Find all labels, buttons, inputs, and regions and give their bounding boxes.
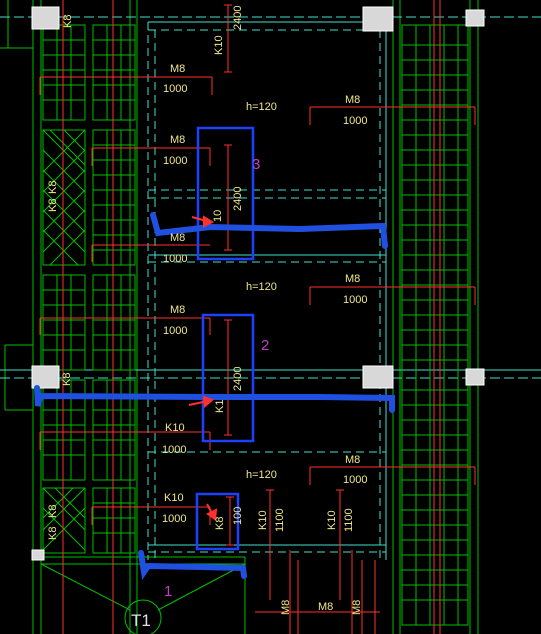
cad-drawing-canvas: K8 K10 2400 M8 1000 h=120 M8 1000 M8 100… (0, 0, 541, 634)
label-h120-1: h=120 (246, 101, 277, 113)
label-1000-7: 1000 (162, 444, 186, 456)
label-k10-vert1: K10 (257, 510, 269, 530)
annotation-3: 3 (252, 156, 260, 173)
label-1000-2: 1000 (343, 115, 367, 127)
column-mid-left (31, 365, 60, 389)
column-mid-right (465, 368, 485, 386)
floor-plan-drawing: K8 K10 2400 M8 1000 h=120 M8 1000 M8 100… (0, 0, 541, 634)
label-m8-bottom4: M8 (351, 600, 363, 615)
column-bottom-left (31, 549, 45, 561)
label-m8-2: M8 (345, 94, 360, 106)
label-k10-box2: K1 (214, 400, 226, 413)
label-k8-box1: K8 (214, 517, 226, 530)
label-k8-left1: K8 (47, 181, 59, 194)
label-1000-9: 1000 (162, 513, 186, 525)
annotation-1: 1 (164, 583, 172, 600)
label-k8-left2: K8 (47, 199, 59, 212)
label-k8-top: K8 (62, 15, 74, 28)
label-m8-1: M8 (170, 63, 185, 75)
label-1000-1: 1000 (163, 83, 187, 95)
label-k10-top: K10 (213, 35, 225, 55)
label-k8-bl2: K8 (47, 527, 59, 540)
column-top-right (465, 9, 485, 27)
label-1100-a: 1100 (274, 508, 286, 532)
label-m8-6: M8 (170, 304, 185, 316)
right-mesh-panels (401, 24, 469, 626)
label-k8-mid: K8 (61, 373, 73, 386)
label-1000-6: 1000 (163, 325, 187, 337)
label-1000-3: 1000 (163, 155, 187, 167)
label-2400-top: 2400 (232, 6, 244, 30)
label-m8-bottom2: M8 (280, 600, 292, 615)
label-2400-box2: 2400 (232, 367, 244, 391)
label-1100-b: 1100 (343, 508, 355, 532)
column-top-mid (362, 6, 394, 32)
label-2400-box3: 2400 (232, 187, 244, 211)
markup-stroke-3 (150, 212, 388, 249)
column-top-left (31, 6, 60, 30)
markup-boxes (195, 126, 255, 551)
label-k10-vert2: K10 (326, 510, 338, 530)
label-1000-8: 1000 (343, 474, 367, 486)
column-mid-mid (362, 365, 394, 389)
label-m8-7: M8 (345, 454, 360, 466)
label-m8-4: M8 (170, 232, 185, 244)
annotation-2: 2 (261, 337, 269, 354)
label-m8-bottom3: M8 (318, 601, 333, 613)
label-m8-3: M8 (170, 134, 185, 146)
label-m8-5: M8 (345, 273, 360, 285)
label-h120-3: h=120 (246, 469, 277, 481)
label-h120-2: h=120 (246, 281, 277, 293)
stair-tag: T1 (131, 611, 151, 630)
label-k8-bl1: K8 (47, 505, 59, 518)
label-k10-bottom: K10 (164, 492, 184, 504)
label-1000-5: 1000 (343, 294, 367, 306)
left-mesh-panels (42, 24, 136, 554)
rebar-lines (39, 0, 476, 634)
label-k10-box3: 10 (212, 210, 224, 222)
label-k10-lower: K10 (165, 422, 185, 434)
label-100-box1: 100 (232, 507, 244, 525)
label-1000-4: 1000 (163, 253, 187, 265)
